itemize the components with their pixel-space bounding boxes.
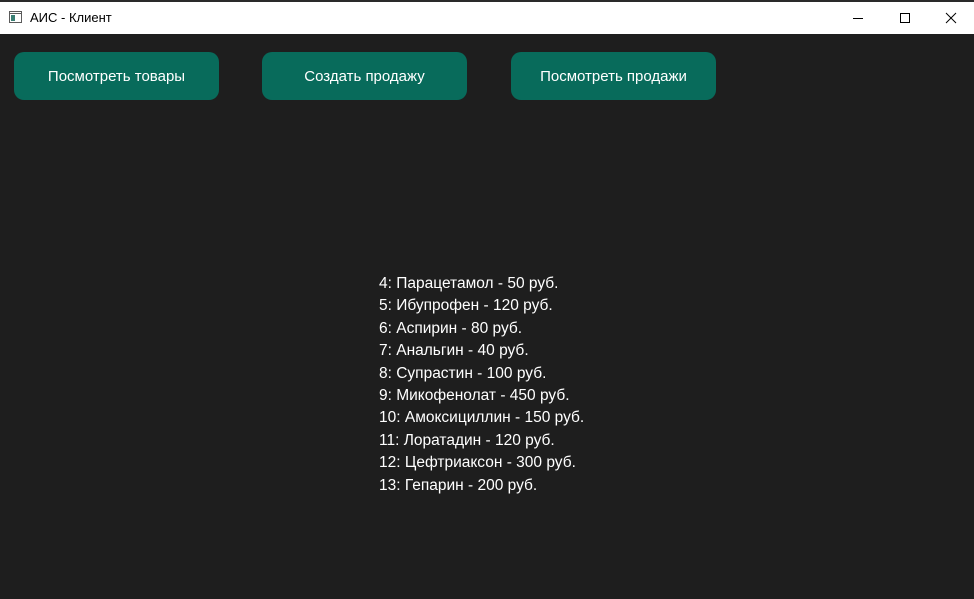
minimize-button[interactable] bbox=[835, 2, 881, 34]
close-icon bbox=[945, 12, 957, 24]
app-window-icon bbox=[9, 11, 22, 23]
list-item: 10: Амоксициллин - 150 руб. bbox=[379, 409, 585, 427]
view-sales-button[interactable]: Посмотреть продажи bbox=[511, 52, 716, 100]
list-item: 8: Супрастин - 100 руб. bbox=[379, 364, 547, 382]
list-item: 4: Парацетамол - 50 руб. bbox=[379, 275, 559, 292]
list-item: 5: Ибупрофен - 120 руб. bbox=[379, 297, 553, 315]
maximize-button[interactable] bbox=[882, 2, 928, 34]
maximize-icon bbox=[900, 13, 910, 23]
list-item: 9: Микофенолат - 450 руб. bbox=[379, 387, 570, 405]
list-item: 12: Цефтриаксон - 300 руб. bbox=[379, 454, 576, 472]
list-item: 11: Лоратадин - 120 руб. bbox=[379, 431, 555, 449]
create-sale-button[interactable]: Создать продажу bbox=[262, 52, 467, 100]
close-button[interactable] bbox=[928, 2, 974, 34]
title-bar[interactable]: АИС - Клиент bbox=[0, 0, 974, 34]
minimize-icon bbox=[853, 18, 863, 19]
list-item: 6: Аспирин - 80 руб. bbox=[379, 319, 523, 337]
window-title: АИС - Клиент bbox=[30, 10, 112, 25]
product-list: 4: Парацетамол - 50 руб. 5: Ибупрофен - … bbox=[379, 273, 584, 497]
app-window: АИС - Клиент Посмотреть товары Создать п… bbox=[0, 0, 974, 599]
view-products-button[interactable]: Посмотреть товары bbox=[14, 52, 219, 100]
list-item: 13: Гепарин - 200 руб. bbox=[379, 476, 538, 494]
list-item: 7: Анальгин - 40 руб. bbox=[379, 342, 529, 360]
